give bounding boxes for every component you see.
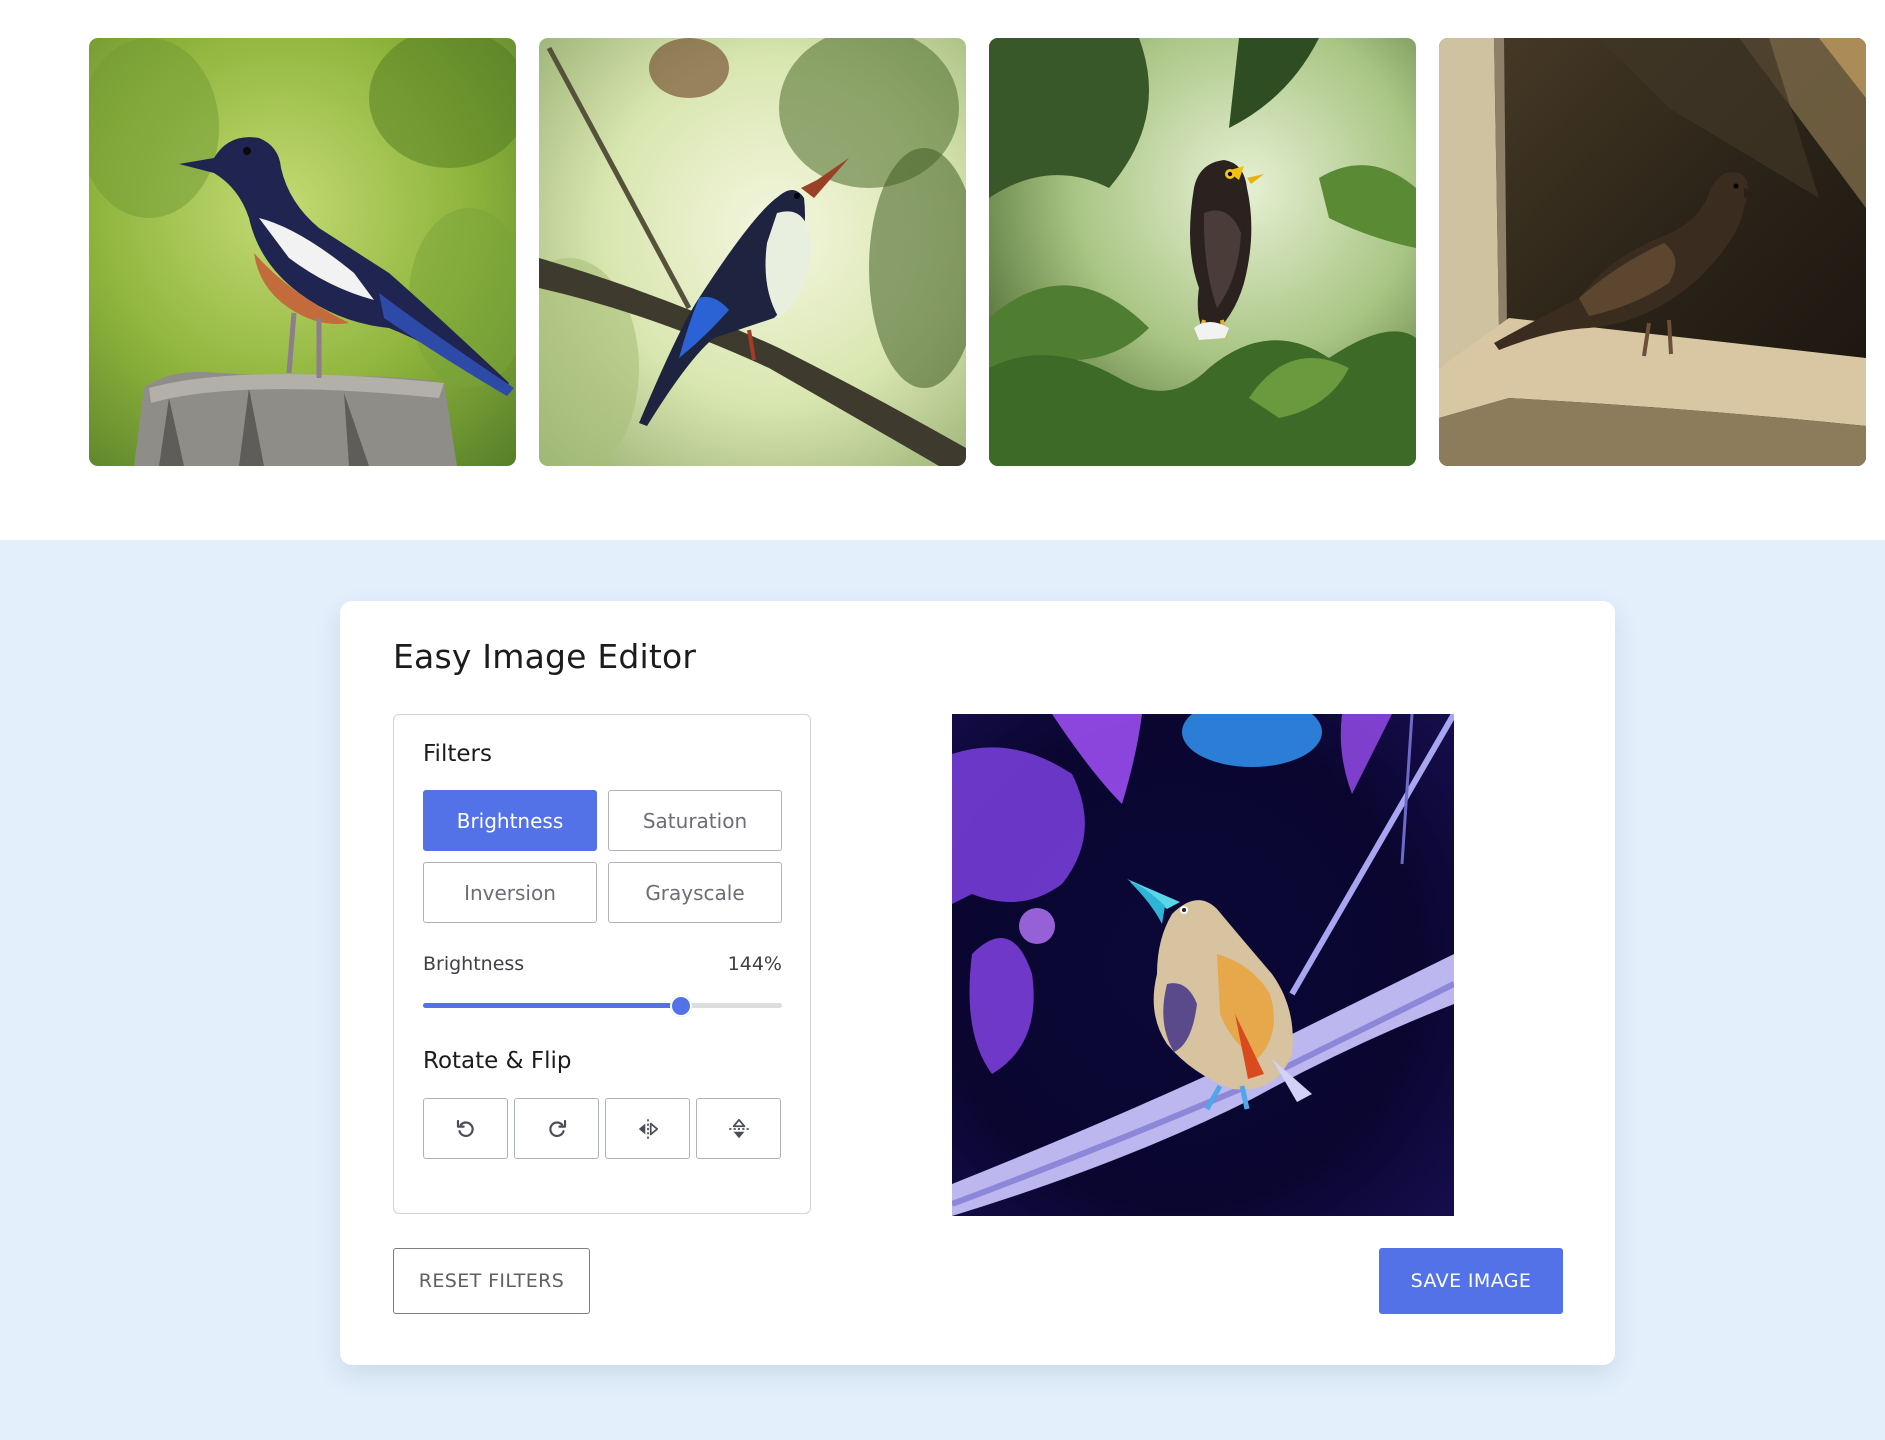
filter-options: Brightness Saturation Inversion Grayscal… [423,790,782,923]
rotate-flip-options [423,1098,782,1159]
filter-inversion-button[interactable]: Inversion [423,862,597,923]
gallery-image-magpie-robin[interactable] [89,38,516,466]
filter-saturation-button[interactable]: Saturation [608,790,782,851]
magpie-robin-photo [89,38,516,466]
flip-horizontal-button[interactable] [605,1098,690,1159]
filter-grayscale-button[interactable]: Grayscale [608,862,782,923]
kingfisher-photo [539,38,966,466]
save-image-button[interactable]: SAVE IMAGE [1379,1248,1563,1314]
slider-name: Brightness [423,953,525,975]
filters-heading: Filters [423,741,492,767]
editor-section: Easy Image Editor Filters Brightness Sat… [0,540,1885,1440]
editor-card: Easy Image Editor Filters Brightness Sat… [340,601,1615,1365]
image-gallery [0,0,1885,540]
dove-photo [1439,38,1866,466]
flip-vertical-icon [728,1118,749,1138]
slider-thumb[interactable] [670,995,692,1017]
image-preview [952,714,1454,1216]
rotate-flip-heading: Rotate & Flip [423,1048,572,1074]
rotate-right-button[interactable] [514,1098,599,1159]
rotate-left-button[interactable] [423,1098,508,1159]
rotate-right-icon [548,1119,566,1137]
brightness-slider[interactable] [423,993,782,1017]
editor-title: Easy Image Editor [393,637,697,676]
gallery-image-kingfisher[interactable] [539,38,966,466]
filter-brightness-button[interactable]: Brightness [423,790,597,851]
controls-panel: Filters Brightness Saturation Inversion … [393,714,811,1214]
gallery-image-myna[interactable] [989,38,1416,466]
rotate-left-icon [456,1119,474,1137]
gallery-image-dove[interactable] [1439,38,1866,466]
flip-vertical-button[interactable] [696,1098,781,1159]
slider-fill [423,1003,681,1008]
myna-photo [989,38,1416,466]
slider-value: 144% [727,953,782,975]
slider-info: Brightness 144% [423,953,782,981]
flip-horizontal-icon [638,1118,658,1139]
reset-filters-button[interactable]: RESET FILTERS [393,1248,590,1314]
preview-image [952,714,1454,1216]
